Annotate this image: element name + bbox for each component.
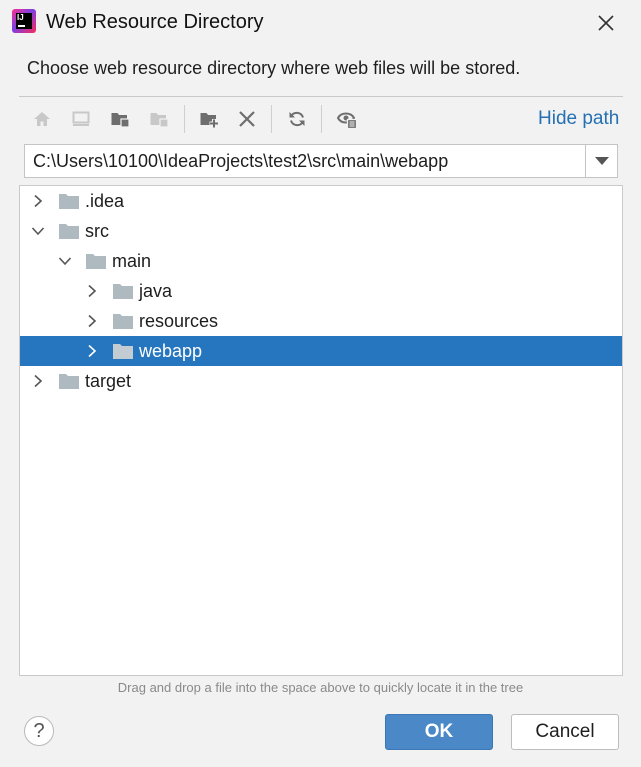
delete-icon: [239, 111, 255, 127]
show-hidden-files-button[interactable]: [332, 104, 362, 134]
module-directory-button[interactable]: [144, 104, 174, 134]
module-folder-icon: [150, 113, 169, 128]
toolbar: Hide path: [19, 100, 623, 138]
toolbar-separator: [271, 105, 272, 133]
folder-icon: [113, 314, 133, 329]
new-folder-icon: [200, 113, 219, 128]
refresh-icon: [289, 111, 305, 127]
project-directory-button[interactable]: [105, 104, 135, 134]
desktop-button[interactable]: [66, 104, 96, 134]
folder-icon: [59, 374, 79, 389]
chevron-down-icon: [595, 157, 609, 165]
tree-item-label: src: [85, 221, 109, 241]
drag-drop-hint: Drag and drop a file into the space abov…: [117, 680, 524, 695]
help-button[interactable]: ?: [24, 716, 54, 746]
path-history-dropdown[interactable]: [585, 145, 618, 177]
home-button[interactable]: [27, 104, 57, 134]
chevron-down-icon[interactable]: [57, 253, 73, 269]
path-field: [24, 144, 618, 178]
window-title: Web Resource Directory: [46, 11, 264, 33]
refresh-button[interactable]: [282, 104, 312, 134]
divider: [19, 96, 623, 97]
tree-item-java[interactable]: java: [20, 276, 622, 306]
tree-item-label: webapp: [139, 341, 203, 361]
chevron-right-icon[interactable]: [84, 313, 100, 329]
toolbar-separator: [321, 105, 322, 133]
tree-item-label: java: [139, 281, 173, 301]
path-input[interactable]: [25, 145, 585, 177]
close-button[interactable]: [589, 6, 623, 40]
ok-button[interactable]: OK: [385, 714, 493, 750]
chevron-right-icon[interactable]: [30, 193, 46, 209]
chevron-right-icon[interactable]: [84, 343, 100, 359]
delete-button[interactable]: [232, 104, 262, 134]
tree-item-label: main: [112, 251, 152, 271]
tree-item-resources[interactable]: resources: [20, 306, 622, 336]
dialog-description: Choose web resource directory where web …: [27, 58, 521, 78]
chevron-right-icon[interactable]: [30, 373, 46, 389]
show-hidden-icon: [337, 112, 357, 129]
project-folder-icon: [111, 113, 130, 128]
folder-icon: [86, 254, 106, 269]
tree-item-src[interactable]: src: [20, 216, 622, 246]
tree-item-target[interactable]: target: [20, 366, 622, 396]
hide-path-link[interactable]: Hide path: [538, 108, 619, 130]
tree-item-idea[interactable]: .idea: [20, 186, 622, 216]
tree-item-main[interactable]: main: [20, 246, 622, 276]
folder-icon: [59, 224, 79, 239]
desktop-icon: [72, 111, 90, 126]
tree-item-label: resources: [139, 311, 219, 331]
chevron-down-icon[interactable]: [30, 223, 46, 239]
new-folder-button[interactable]: [194, 104, 224, 134]
tree-item-label: .idea: [85, 191, 125, 211]
home-icon: [34, 112, 50, 126]
folder-icon: [59, 194, 79, 209]
toolbar-separator: [184, 105, 185, 133]
folder-icon: [113, 284, 133, 299]
tree-item-webapp[interactable]: webapp: [20, 336, 622, 366]
intellij-logo-icon: IJ: [12, 9, 36, 33]
close-icon: [598, 15, 614, 31]
directory-tree[interactable]: .idea src main java resources webapp tar…: [19, 185, 623, 676]
cancel-button[interactable]: Cancel: [511, 714, 619, 750]
folder-icon: [113, 344, 133, 359]
tree-item-label: target: [85, 371, 132, 391]
chevron-right-icon[interactable]: [84, 283, 100, 299]
title-bar: IJ Web Resource Directory: [0, 0, 641, 46]
